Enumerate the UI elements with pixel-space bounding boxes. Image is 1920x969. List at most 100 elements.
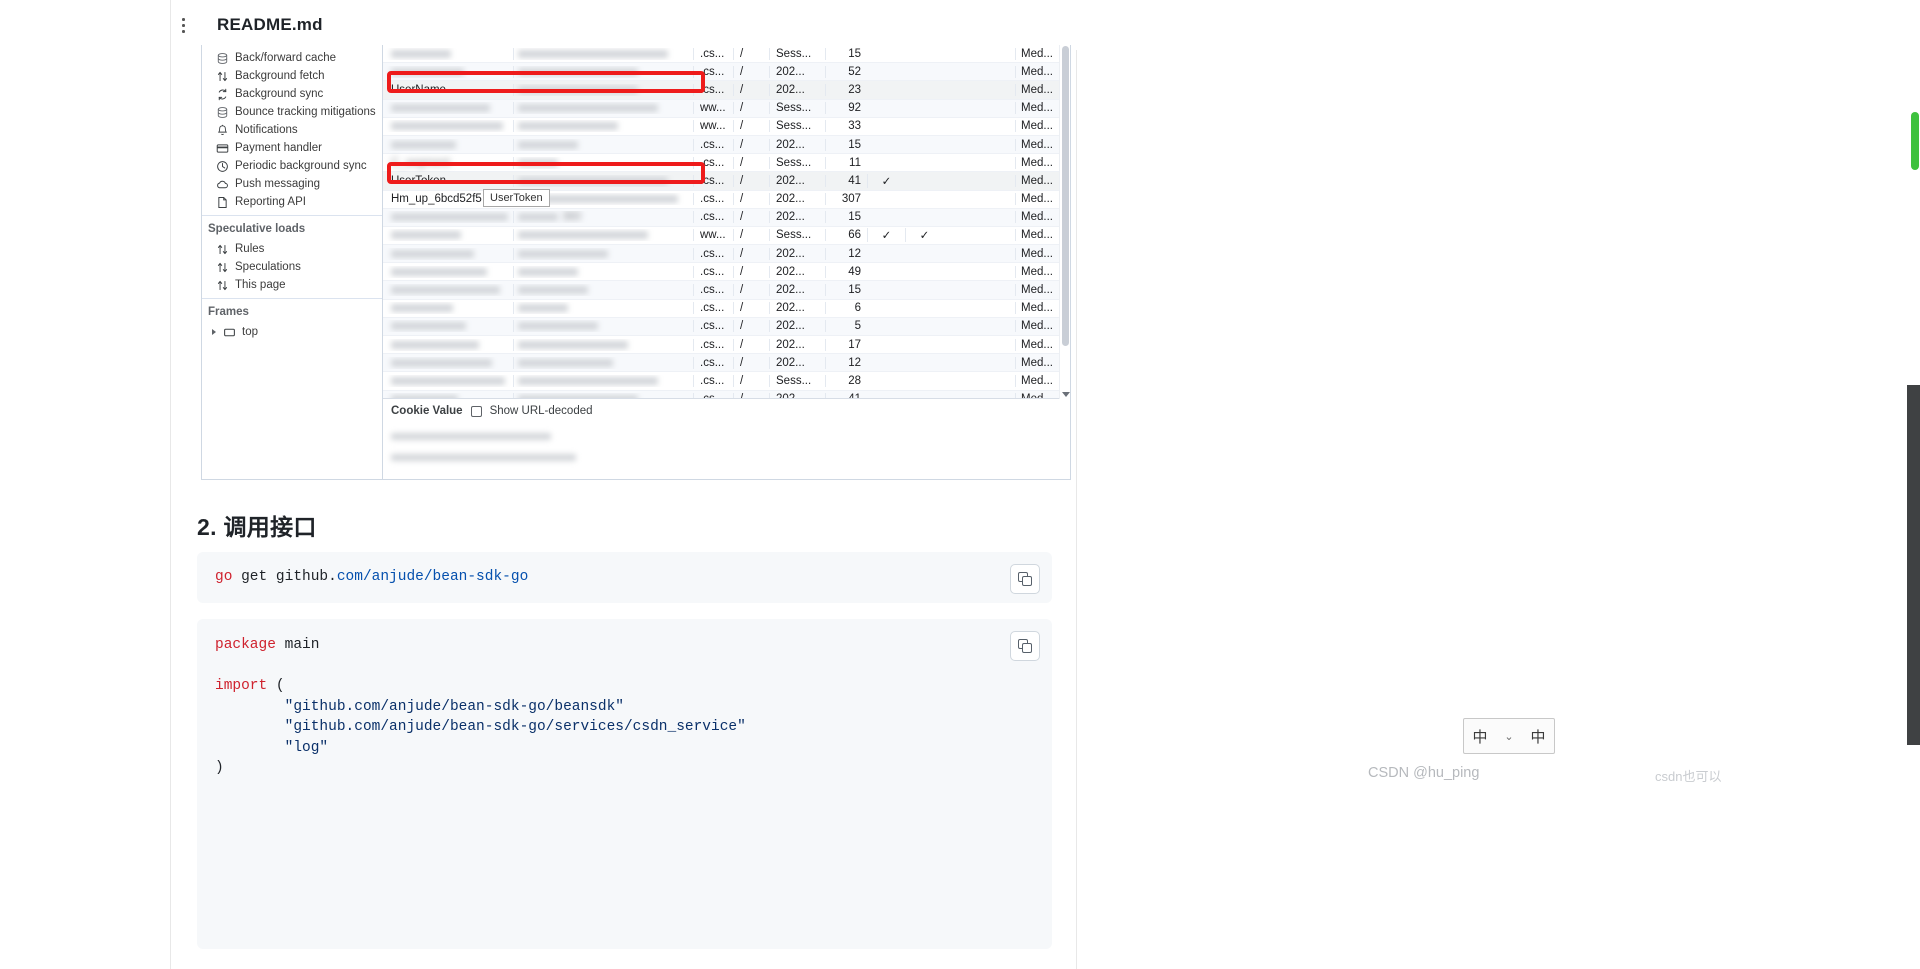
table-row[interactable]: .cs.../202... 12 Med... <box>383 354 1070 373</box>
cell-path: / <box>733 284 769 297</box>
table-row[interactable]: .cs.../202...41 Med... <box>383 390 1070 398</box>
cell-cookie-value <box>513 393 693 398</box>
cookies-pane: .cs... / Sess... 15 Med... .cs.../202... 52 Med… <box>383 45 1071 480</box>
table-row[interactable]: UserName .cs.../202... 23 Med... <box>383 81 1070 100</box>
sidebar-item-periodic-background-sync[interactable]: Periodic background sync <box>202 157 382 175</box>
ime-mode-icon[interactable]: ⌄ <box>1504 730 1513 743</box>
blurred-text <box>391 49 451 58</box>
cookies-table-scrollbar[interactable] <box>1059 45 1070 399</box>
clock-icon <box>217 160 228 172</box>
cell-cookie-value <box>513 156 693 169</box>
ime-indicator[interactable]: 中 ⌄ 中 <box>1463 718 1555 754</box>
cell-domain: ww... <box>693 120 733 133</box>
sidebar-item-reporting-api[interactable]: Reporting API <box>202 193 382 211</box>
sidebar-item-back-forward-cache[interactable]: Back/forward cache <box>202 49 382 67</box>
cell-path: / <box>733 47 769 60</box>
table-row[interactable]: .cs.../202... 52 Med... <box>383 63 1070 82</box>
cell-domain: ww... <box>693 102 733 115</box>
sidebar-item-background-fetch[interactable]: Background fetch <box>202 67 382 85</box>
table-row[interactable]: .cs.../202... 6 Med... <box>383 300 1070 318</box>
section-heading: 2. 调用接口 <box>197 514 317 540</box>
cell-path: / <box>733 302 769 315</box>
scrollbar-thumb-dark[interactable] <box>1907 385 1920 745</box>
blurred-text <box>518 304 568 313</box>
table-row[interactable]: .cs.../202... 5 Med... <box>383 317 1070 336</box>
copy-code-button[interactable] <box>1010 564 1040 594</box>
table-row[interactable]: UserToken .cs.../202... 41 ✓ Med... <box>383 172 1070 191</box>
cell-priority: Med... <box>1015 174 1059 187</box>
sidebar-item-label: Push messaging <box>235 178 321 190</box>
cell-cookie-value <box>513 102 693 115</box>
cell-domain: .cs... <box>693 174 733 187</box>
cell-size: 15 <box>825 138 867 151</box>
chevron-right-icon[interactable] <box>212 329 216 335</box>
sidebar-item-bounce-tracking-mitigations[interactable]: Bounce tracking mitigations <box>202 103 382 121</box>
code-token-import-kw: import <box>215 678 268 694</box>
sidebar-item-this-page[interactable]: This page <box>202 276 382 294</box>
cell-cookie-name: UserName <box>391 83 446 96</box>
table-row[interactable]: .cs... / Sess... 15 Med... <box>383 45 1070 64</box>
blurred-text <box>391 286 500 294</box>
scroll-down-arrow-icon[interactable] <box>1062 392 1070 397</box>
bell-icon <box>217 124 228 135</box>
sidebar-item-payment-handler[interactable]: Payment handler <box>202 139 382 157</box>
code-block-main: package main import ( "github.com/anjude… <box>197 619 1052 949</box>
code-content: package main import ( "github.com/anjude… <box>197 619 1052 795</box>
cell-expires: 202... <box>769 284 825 297</box>
copy-code-button[interactable] <box>1010 631 1040 661</box>
ime-punctuation-label[interactable]: 中 <box>1531 726 1546 747</box>
sidebar-item-frame-top[interactable]: top <box>202 323 382 341</box>
table-row[interactable]: .cs.../202... 12 Med... <box>383 245 1070 264</box>
blurred-text <box>518 49 668 58</box>
sidebar-item-rules[interactable]: Rules <box>202 240 382 258</box>
blurred-text <box>391 322 466 331</box>
cell-priority: Med... <box>1015 393 1059 398</box>
article-column: README.md Back/forward cache Background … <box>170 0 1078 969</box>
scrollbar-thumb[interactable] <box>1062 46 1069 346</box>
sidebar-item-speculations[interactable]: Speculations <box>202 258 382 276</box>
cell-cookie-name <box>383 284 513 296</box>
sidebar-divider <box>202 215 382 216</box>
table-row[interactable]: .cs.../202... 15 Med... <box>383 281 1070 300</box>
cell-cookie-name <box>383 120 513 132</box>
cell-domain: .cs... <box>693 302 733 315</box>
scrollbar-thumb-progress[interactable] <box>1911 112 1919 170</box>
cell-cookie-name <box>383 229 513 241</box>
table-row[interactable]: .cs.../202... 17 Med... <box>383 336 1070 355</box>
cell-size: 15 <box>825 284 867 297</box>
cookies-table[interactable]: .cs... / Sess... 15 Med... .cs.../202... 52 Med… <box>383 45 1070 399</box>
blurred-text <box>518 140 578 149</box>
table-row[interactable]: C_segment .cs... / Sess... 11 Med... <box>383 154 1070 173</box>
table-row[interactable]: ww... / Sess... 92 Med... <box>383 99 1070 118</box>
code-token-import-3: "log" <box>284 739 329 756</box>
table-row[interactable]: 360 .cs.../202... 15 Med... <box>383 208 1070 227</box>
show-url-decoded-checkbox[interactable] <box>470 405 482 417</box>
cell-domain: .cs... <box>693 247 733 260</box>
sidebar-item-background-sync[interactable]: Background sync <box>202 85 382 103</box>
code-token-keyword: go <box>215 569 233 585</box>
code-token-import-close: ) <box>215 760 224 776</box>
cell-domain: .cs... <box>693 138 733 151</box>
table-row[interactable]: ww... / Sess... 66 ✓ ✓ Med... <box>383 227 1070 246</box>
sidebar-item-notifications[interactable]: Notifications <box>202 121 382 139</box>
ime-language-label[interactable]: 中 <box>1472 726 1487 747</box>
table-row[interactable]: .cs.../202... 15 Med... <box>383 135 1070 155</box>
sidebar-item-push-messaging[interactable]: Push messaging <box>202 175 382 193</box>
blurred-text <box>518 176 668 185</box>
table-row[interactable]: .cs... / Sess... 28 Med... <box>383 372 1070 391</box>
cell-path: / <box>733 374 769 387</box>
cell-size: 49 <box>825 265 867 278</box>
list-icon[interactable] <box>181 14 203 36</box>
code-content: go get github.com/anjude/bean-sdk-go <box>197 552 1052 604</box>
table-row[interactable]: ww... / Sess... 33 Med... <box>383 118 1070 136</box>
cell-cookie-value <box>513 356 693 369</box>
cookie-value-header: Cookie Value Show URL-decoded <box>383 400 1070 422</box>
sidebar-item-label: Back/forward cache <box>235 52 336 64</box>
cell-size: 12 <box>825 356 867 369</box>
cookie-value-panel: Cookie Value Show URL-decoded <box>383 400 1070 479</box>
cell-cookie-value <box>513 47 693 60</box>
code-token-package-kw: package <box>215 637 276 653</box>
table-row[interactable]: .cs.../202... 49 Med... <box>383 263 1070 282</box>
blurred-text <box>391 395 458 398</box>
code-token-import-paren: ( <box>267 678 285 694</box>
